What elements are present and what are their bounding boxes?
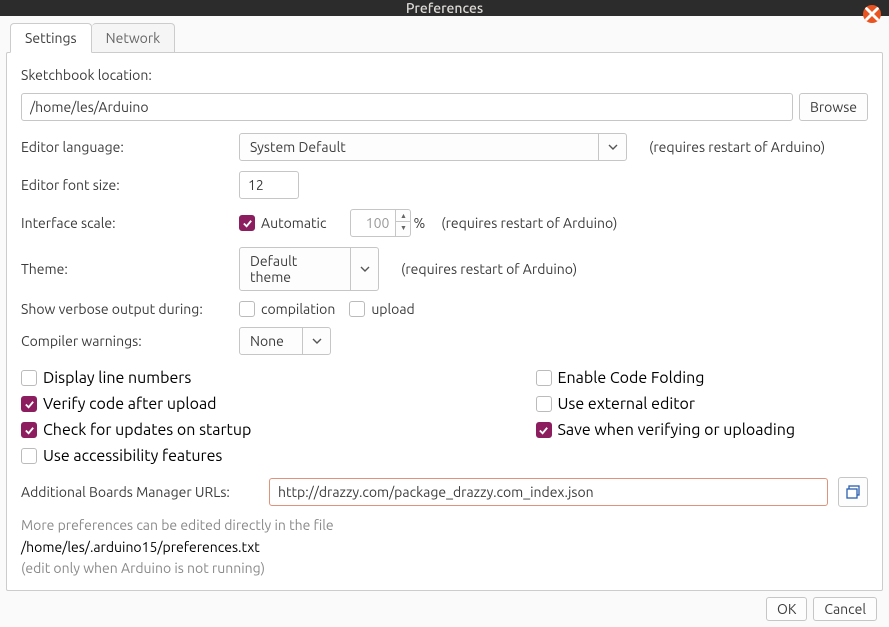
compilation-checkbox[interactable]: compilation: [239, 301, 335, 317]
scale-spinner[interactable]: ▲ ▼: [350, 209, 411, 237]
browse-button[interactable]: Browse: [799, 93, 868, 121]
chevron-down-icon[interactable]: [598, 134, 626, 160]
label: Verify code after upload: [43, 395, 217, 413]
tab-settings[interactable]: Settings: [10, 23, 92, 53]
warnings-dropdown[interactable]: None: [239, 327, 331, 355]
label: Check for updates on startup: [43, 421, 251, 439]
editor-lang-value: System Default: [240, 134, 598, 160]
theme-dropdown[interactable]: Default theme: [239, 247, 379, 291]
automatic-label: Automatic: [261, 215, 326, 231]
label: Use accessibility features: [43, 447, 222, 465]
compilation-label: compilation: [261, 301, 335, 317]
label: Display line numbers: [43, 369, 191, 387]
automatic-checkbox[interactable]: Automatic: [239, 215, 326, 231]
chevron-down-icon[interactable]: [350, 248, 378, 290]
theme-label: Theme:: [21, 261, 239, 277]
font-size-input[interactable]: [239, 171, 299, 199]
scale-hint: (requires restart of Arduino): [441, 215, 617, 231]
boards-urls-label: Additional Boards Manager URLs:: [21, 484, 259, 500]
font-size-label: Editor font size:: [21, 177, 239, 193]
dialog-footer: OK Cancel: [6, 591, 883, 627]
close-icon[interactable]: [863, 5, 881, 23]
titlebar: Preferences: [0, 0, 889, 16]
upload-checkbox[interactable]: upload: [349, 301, 414, 317]
boards-urls-input[interactable]: [269, 478, 828, 506]
editor-lang-hint: (requires restart of Arduino): [649, 139, 825, 155]
verify-code-checkbox[interactable]: Verify code after upload: [21, 395, 354, 413]
theme-hint: (requires restart of Arduino): [401, 261, 577, 277]
save-when-checkbox[interactable]: Save when verifying or uploading: [536, 421, 869, 439]
tab-bar: Settings Network: [6, 22, 883, 52]
sketchbook-label: Sketchbook location:: [21, 67, 239, 83]
more-prefs-line2: (edit only when Arduino is not running): [21, 558, 868, 580]
theme-value: Default theme: [240, 248, 350, 290]
accessibility-checkbox[interactable]: Use accessibility features: [21, 447, 354, 465]
tab-network[interactable]: Network: [92, 23, 176, 53]
chevron-down-icon[interactable]: [302, 328, 330, 354]
prefs-file-path: /home/les/.arduino15/preferences.txt: [21, 537, 868, 559]
upload-label: upload: [371, 301, 414, 317]
check-updates-checkbox[interactable]: Check for updates on startup: [21, 421, 354, 439]
spinner-up-icon[interactable]: ▲: [396, 210, 410, 222]
expand-urls-button[interactable]: [838, 477, 868, 507]
code-folding-checkbox[interactable]: Enable Code Folding: [536, 369, 869, 387]
scale-value[interactable]: [351, 210, 395, 236]
warnings-value: None: [240, 328, 302, 354]
more-prefs-line1: More preferences can be edited directly …: [21, 515, 868, 537]
sketchbook-input[interactable]: [21, 93, 793, 121]
external-editor-checkbox[interactable]: Use external editor: [536, 395, 869, 413]
verbose-label: Show verbose output during:: [21, 301, 239, 317]
warnings-label: Compiler warnings:: [21, 333, 239, 349]
settings-panel: Sketchbook location: Browse Editor langu…: [6, 52, 883, 591]
window-stack-icon: [845, 484, 861, 500]
label: Use external editor: [558, 395, 695, 413]
label: Enable Code Folding: [558, 369, 705, 387]
percent-label: %: [413, 215, 425, 231]
editor-lang-dropdown[interactable]: System Default: [239, 133, 627, 161]
editor-lang-label: Editor language:: [21, 139, 239, 155]
interface-scale-label: Interface scale:: [21, 215, 239, 231]
window-title: Preferences: [406, 0, 483, 16]
spinner-down-icon[interactable]: ▼: [396, 222, 410, 234]
ok-button[interactable]: OK: [766, 597, 807, 621]
display-line-numbers-checkbox[interactable]: Display line numbers: [21, 369, 354, 387]
cancel-button[interactable]: Cancel: [813, 597, 877, 621]
label: Save when verifying or uploading: [558, 421, 796, 439]
